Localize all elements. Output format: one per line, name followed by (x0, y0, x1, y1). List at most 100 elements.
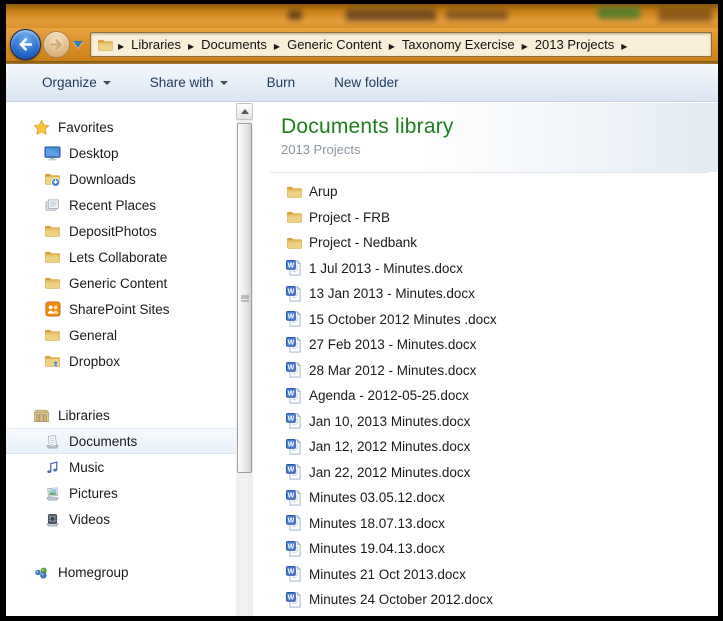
sidebar-item-depositphotos[interactable]: DepositPhotos (6, 218, 236, 244)
breadcrumb-separator-icon: ▶ (520, 42, 530, 51)
sidebar-item-label: Generic Content (69, 276, 167, 291)
forward-button-disabled[interactable] (43, 31, 70, 58)
svg-text:W: W (288, 492, 295, 499)
new-folder-button[interactable]: New folder (328, 71, 405, 94)
documents-library-icon (43, 434, 62, 449)
desktop-icon (43, 146, 62, 161)
sidebar-item-label: DepositPhotos (69, 224, 157, 239)
sidebar-item-generic-content[interactable]: Generic Content (6, 270, 236, 296)
sidebar-item-label: Lets Collaborate (69, 250, 167, 265)
sidebar-item-label: Libraries (58, 408, 110, 423)
word-icon: W (285, 388, 303, 404)
sidebar-scrollbar[interactable] (236, 103, 253, 616)
blurred-background-shape (598, 7, 640, 19)
word-icon: W (285, 311, 303, 327)
breadcrumb-item-2013-projects[interactable]: 2013 Projects (530, 36, 620, 53)
breadcrumb-separator-icon: ▶ (186, 42, 196, 51)
svg-text:W: W (288, 594, 295, 601)
sidebar-item-downloads[interactable]: Downloads (6, 166, 236, 192)
sidebar-item-recent-places[interactable]: Recent Places (6, 192, 236, 218)
file-name-label: Minutes 21 Oct 2013.docx (309, 567, 466, 582)
sidebar-item-dropbox[interactable]: Dropbox (6, 348, 236, 374)
file-28-mar-2012-minutes-docx[interactable]: W28 Mar 2012 - Minutes.docx (253, 358, 718, 384)
sidebar-item-label: Desktop (69, 146, 119, 161)
file-minutes-03-05-12-docx[interactable]: WMinutes 03.05.12.docx (253, 485, 718, 511)
command-toolbar: Organize Share with Burn New folder (6, 64, 718, 102)
music-icon (43, 460, 62, 475)
sidebar-item-favorites[interactable]: Favorites (6, 114, 236, 140)
file-name-label: Minutes 24 October 2012.docx (309, 592, 493, 607)
word-icon: W (285, 337, 303, 353)
folder-icon (285, 185, 303, 199)
back-button[interactable] (10, 29, 41, 60)
word-icon: W (285, 362, 303, 378)
breadcrumb-item-generic-content[interactable]: Generic Content (282, 36, 387, 53)
sidebar-item-pictures[interactable]: Pictures (6, 480, 236, 506)
breadcrumb-item-libraries[interactable]: Libraries (126, 36, 186, 53)
blurred-background-shape (658, 7, 712, 22)
file-name-label: Agenda - 2012-05-25.docx (309, 388, 469, 403)
sidebar-item-general[interactable]: General (6, 322, 236, 348)
word-icon: W (285, 490, 303, 506)
scrollbar-thumb[interactable] (237, 123, 252, 473)
dropbox-icon (43, 354, 62, 369)
file-27-feb-2013-minutes-docx[interactable]: W27 Feb 2013 - Minutes.docx (253, 332, 718, 358)
sidebar-item-sharepoint-sites[interactable]: SharePoint Sites (6, 296, 236, 322)
sidebar-item-desktop[interactable]: Desktop (6, 140, 236, 166)
file-jan-10-2013-minutes-docx[interactable]: WJan 10, 2013 Minutes.docx (253, 409, 718, 435)
sidebar-item-homegroup[interactable]: Homegroup (6, 559, 236, 585)
svg-text:W: W (288, 314, 295, 321)
word-icon: W (285, 566, 303, 582)
address-bar[interactable]: ▶Libraries▶Documents▶Generic Content▶Tax… (90, 32, 712, 57)
sidebar-item-videos[interactable]: Videos (6, 506, 236, 532)
folder-project-frb[interactable]: Project - FRB (253, 205, 718, 231)
sidebar-item-music[interactable]: Music (6, 454, 236, 480)
dropdown-caret-icon (220, 81, 228, 85)
file-13-jan-2013-minutes-docx[interactable]: W13 Jan 2013 - Minutes.docx (253, 281, 718, 307)
back-arrow-icon (17, 36, 34, 53)
scrollbar-up-button[interactable] (236, 103, 253, 120)
svg-text:W: W (288, 518, 295, 525)
svg-text:W: W (288, 288, 295, 295)
folder-arup[interactable]: Arup (253, 179, 718, 205)
sidebar-item-lets-collaborate[interactable]: Lets Collaborate (6, 244, 236, 270)
recent-pages-dropdown-icon[interactable] (73, 41, 83, 48)
scrollbar-grip-icon (241, 294, 249, 303)
file-jan-12-2012-minutes-docx[interactable]: WJan 12, 2012 Minutes.docx (253, 434, 718, 460)
file-jan-22-2012-minutes-docx[interactable]: WJan 22, 2012 Minutes.docx (253, 460, 718, 486)
sidebar-item-label: General (69, 328, 117, 343)
sidebar-item-libraries[interactable]: Libraries (6, 402, 236, 428)
breadcrumb-separator-icon: ▶ (116, 42, 126, 51)
sidebar-item-documents[interactable]: Documents (6, 428, 236, 454)
svg-text:W: W (288, 416, 295, 423)
word-icon: W (285, 541, 303, 557)
file-agenda-2012-05-25-docx[interactable]: W Agenda - 2012-05-25.docx (253, 383, 718, 409)
breadcrumb-folder-icon (97, 38, 114, 52)
file-minutes-24-october-2012-docx[interactable]: W Minutes 24 October 2012.docx (253, 587, 718, 613)
breadcrumb-separator-icon[interactable]: ▶ (619, 42, 629, 51)
file-1-jul-2013-minutes-docx[interactable]: W1 Jul 2013 - Minutes.docx (253, 256, 718, 282)
breadcrumb-item-taxonomy-exercise[interactable]: Taxonomy Exercise (397, 36, 520, 53)
file-name-label: Project - FRB (309, 210, 390, 225)
sidebar-item-label: Music (69, 460, 104, 475)
breadcrumb-item-documents[interactable]: Documents (196, 36, 272, 53)
organize-button[interactable]: Organize (36, 71, 117, 94)
burn-label: Burn (267, 75, 296, 90)
file-15-october-2012-minutes-docx[interactable]: W15 October 2012 Minutes .docx (253, 307, 718, 333)
file-name-label: Jan 12, 2012 Minutes.docx (309, 439, 470, 454)
folder-icon (285, 210, 303, 224)
burn-button[interactable]: Burn (261, 71, 302, 94)
file-minutes-18-07-13-docx[interactable]: WMinutes 18.07.13.docx (253, 511, 718, 537)
file-name-label: Project - Nedbank (309, 235, 417, 250)
file-minutes-21-oct-2013-docx[interactable]: W Minutes 21 Oct 2013.docx (253, 562, 718, 588)
sidebar-item-label: Dropbox (69, 354, 120, 369)
word-icon: W (285, 413, 303, 429)
word-icon: W (285, 286, 303, 302)
share-with-button[interactable]: Share with (144, 71, 234, 94)
file-minutes-19-04-13-docx[interactable]: WMinutes 19.04.13.docx (253, 536, 718, 562)
sidebar-item-label: Recent Places (69, 198, 156, 213)
folder-icon (43, 276, 62, 290)
recent-places-icon (43, 198, 62, 213)
downloads-icon (43, 172, 62, 187)
folder-project-nedbank[interactable]: Project - Nedbank (253, 230, 718, 256)
